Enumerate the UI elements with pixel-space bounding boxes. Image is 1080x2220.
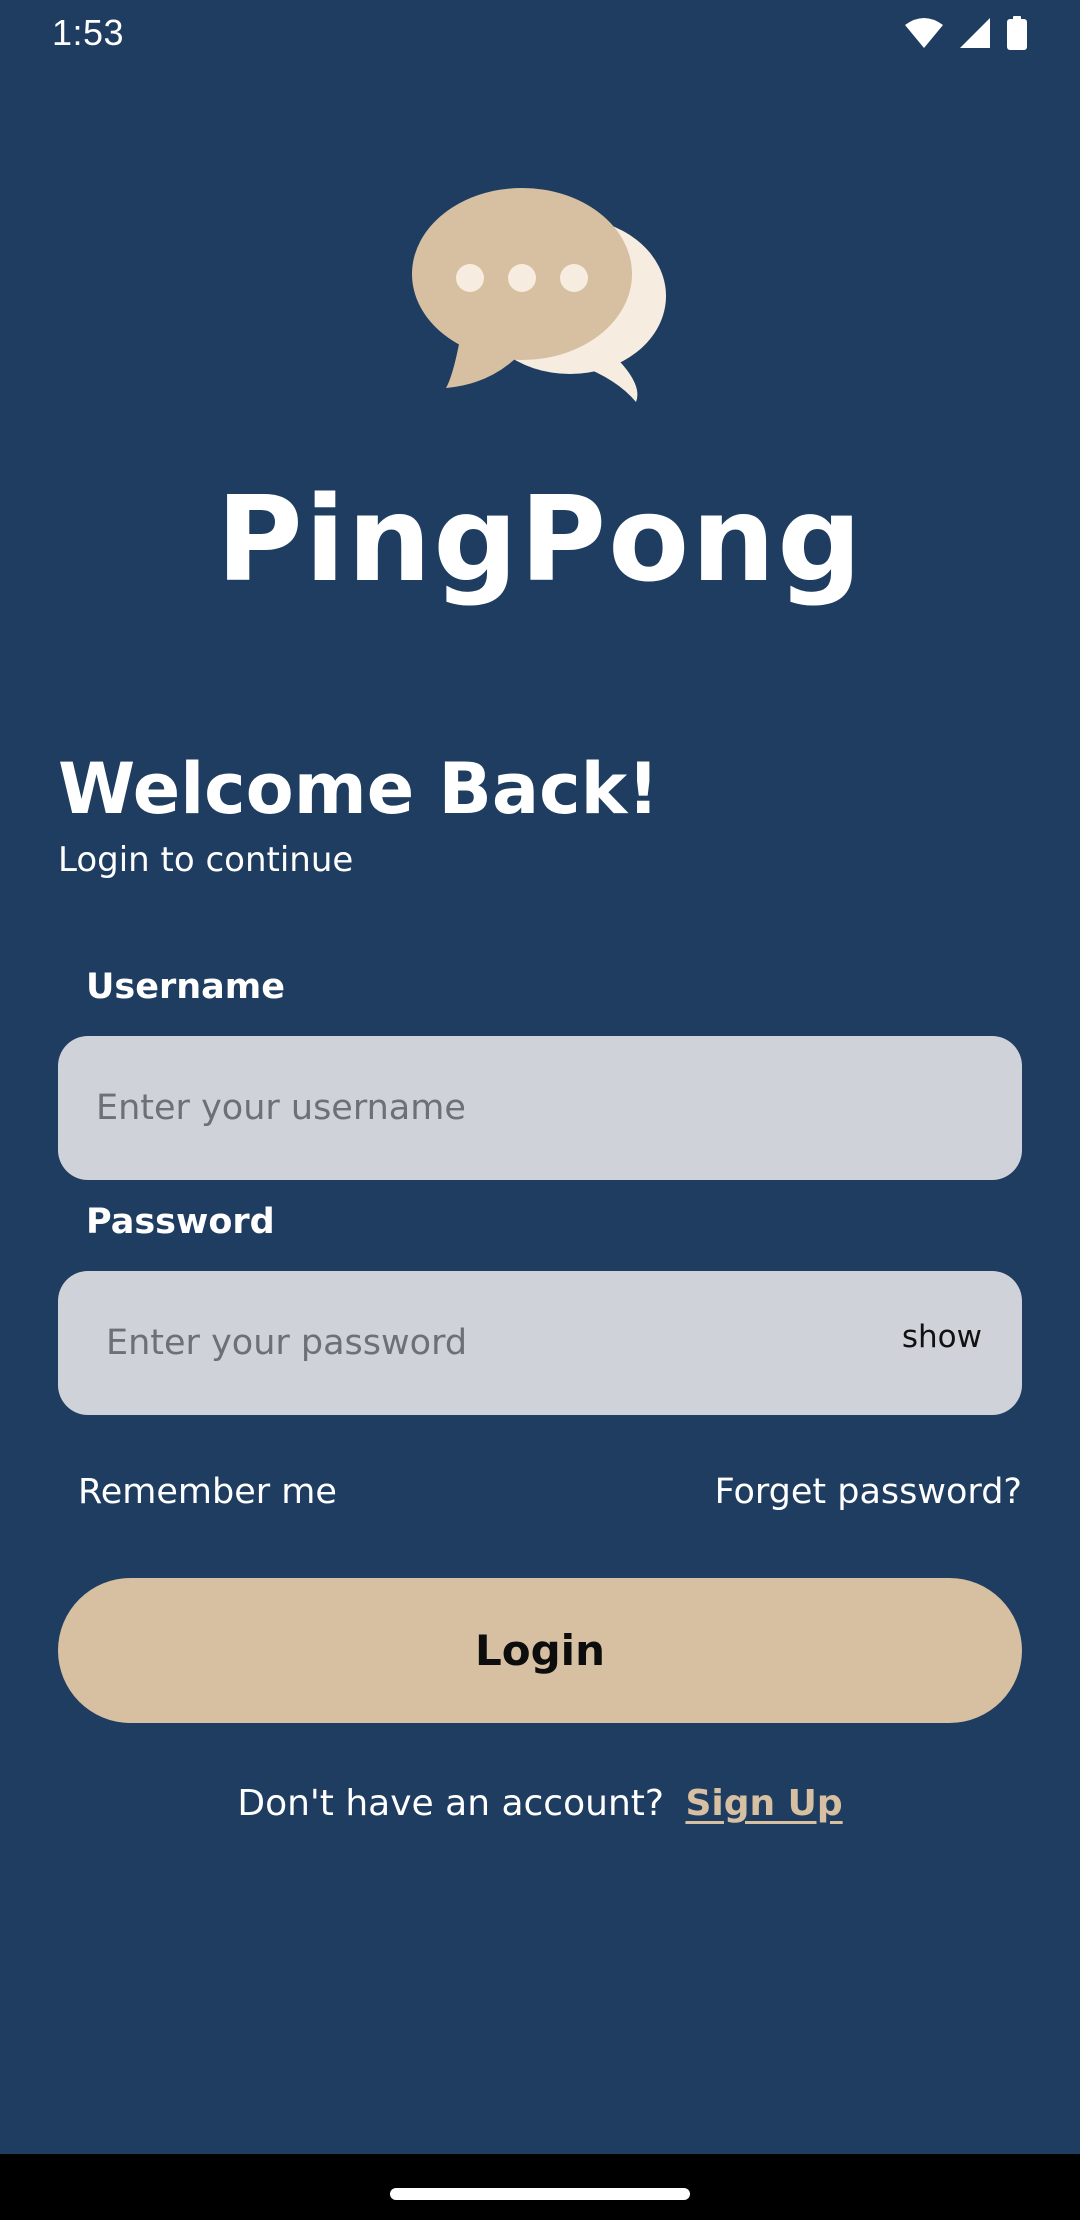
app-name: PingPong [216,470,864,608]
password-input[interactable] [106,1271,926,1415]
navigation-bar [0,2154,1080,2220]
login-screen: 1:53 PingPong Welcome Back! Login to con… [0,0,1080,2154]
welcome-subtitle: Login to continue [58,840,354,880]
status-time: 1:53 [52,12,125,53]
password-label: Password [86,1202,275,1242]
wifi-icon [904,17,944,53]
sign-up-link[interactable]: Sign Up [685,1783,842,1824]
signup-prompt: Don't have an account? [237,1783,664,1824]
chat-bubbles-icon [410,178,670,406]
welcome-title: Welcome Back! [58,748,660,830]
status-bar: 1:53 [0,0,1080,66]
signal-icon [958,17,992,53]
forget-password-link[interactable]: Forget password? [715,1472,1022,1512]
home-indicator[interactable] [390,2188,690,2200]
show-password-toggle[interactable]: show [902,1319,982,1355]
login-button[interactable]: Login [58,1578,1022,1723]
username-input[interactable] [96,1036,916,1180]
signup-row: Don't have an account? Sign Up [0,1783,1080,1824]
status-icons [904,16,1028,54]
password-field-container: show [58,1271,1022,1415]
login-options-row: Remember me Forget password? [0,1472,1080,1522]
username-label: Username [86,967,285,1007]
battery-icon [1006,16,1028,54]
username-field-container [58,1036,1022,1180]
remember-me-option[interactable]: Remember me [78,1472,337,1512]
